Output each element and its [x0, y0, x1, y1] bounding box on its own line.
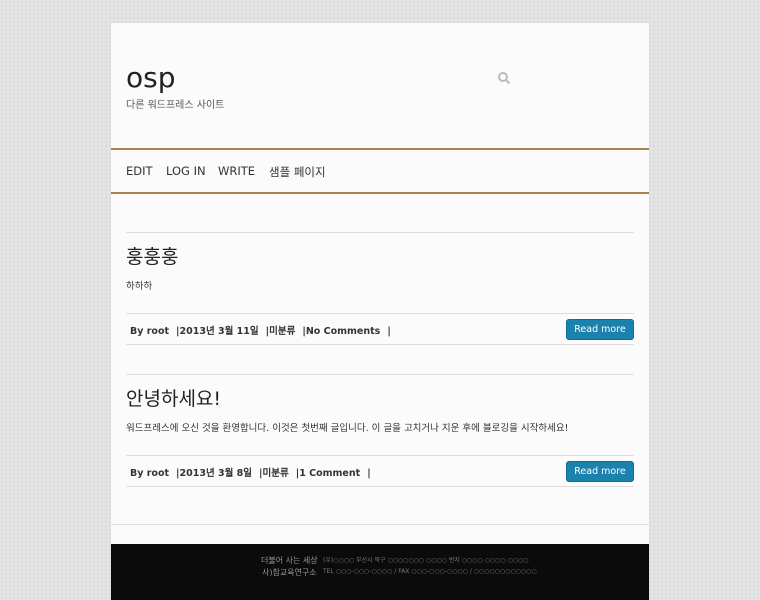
- nav-item-write[interactable]: WRITE: [218, 164, 255, 178]
- meta-separator: |: [367, 468, 371, 479]
- footer-contact-info: (우)○○○○ 부산시 북구 ○○○○○○○ ○○○○ 번지 ○○○○ ○○○○…: [323, 555, 537, 577]
- meta-category[interactable]: 미분류: [263, 468, 289, 479]
- post-excerpt: 워드프레스에 오신 것을 환영합니다. 이것은 첫번째 글입니다. 이 글을 고…: [126, 423, 569, 434]
- site-tagline: 다른 워드프레스 사이트: [126, 100, 225, 111]
- footer-contact: TEL ○○○-○○○-○○○○ / FAX ○○○-○○○-○○○○ / ○○…: [323, 568, 537, 575]
- site-header: osp 다른 워드프레스 사이트: [111, 23, 649, 148]
- post-title[interactable]: 훙훙훙: [126, 242, 178, 269]
- footer-logo-line2: 사)참교육연구소: [261, 568, 317, 577]
- nav-item-edit[interactable]: EDIT: [126, 164, 153, 178]
- read-more-button[interactable]: Read more: [566, 461, 634, 482]
- meta-comments[interactable]: 1 Comment: [299, 468, 360, 479]
- post-meta: By root |2013년 3월 11일 |미분류 |No Comments |: [130, 323, 391, 337]
- post-article: 안녕하세요! 워드프레스에 오신 것을 환영합니다. 이것은 첫번째 글입니다.…: [126, 374, 634, 487]
- post-divider: [126, 232, 634, 233]
- meta-separator: |: [387, 326, 391, 337]
- content-bottom-divider: [111, 524, 649, 525]
- meta-author[interactable]: root: [147, 468, 169, 479]
- meta-by: By: [130, 326, 144, 337]
- footer-logo: 더불어 사는 세상 사)참교육연구소: [261, 555, 318, 579]
- post-meta: By root |2013년 3월 8일 |미분류 |1 Comment |: [130, 465, 371, 479]
- site-footer: 더불어 사는 세상 사)참교육연구소 (우)○○○○ 부산시 북구 ○○○○○○…: [111, 544, 649, 600]
- main-navigation: EDIT LOG IN WRITE 샘플 페이지: [111, 148, 649, 194]
- meta-author[interactable]: root: [147, 326, 169, 337]
- nav-item-sample-page[interactable]: 샘플 페이지: [269, 164, 326, 180]
- post-meta-bar: By root |2013년 3월 8일 |미분류 |1 Comment | Read …: [126, 455, 634, 487]
- post-title[interactable]: 안녕하세요!: [126, 384, 221, 411]
- meta-date[interactable]: 2013년 3월 11일: [180, 326, 259, 337]
- meta-by: By: [130, 468, 144, 479]
- meta-comments[interactable]: No Comments: [306, 326, 380, 337]
- meta-category[interactable]: 미분류: [269, 326, 295, 337]
- post-article: 훙훙훙 하하하 By root |2013년 3월 11일 |미분류 |No Comm…: [126, 232, 634, 345]
- nav-item-login[interactable]: LOG IN: [166, 164, 206, 178]
- post-excerpt: 하하하: [126, 281, 153, 292]
- footer-logo-line1: 더불어 사는 세상: [261, 556, 318, 565]
- post-meta-bar: By root |2013년 3월 11일 |미분류 |No Comments | Re…: [126, 313, 634, 345]
- footer-address: (우)○○○○ 부산시 북구 ○○○○○○○ ○○○○ 번지 ○○○○ ○○○○…: [323, 557, 529, 564]
- post-divider: [126, 374, 634, 375]
- meta-date[interactable]: 2013년 3월 8일: [180, 468, 253, 479]
- search-icon[interactable]: [497, 71, 511, 85]
- read-more-button[interactable]: Read more: [566, 319, 634, 340]
- page-container: osp 다른 워드프레스 사이트 EDIT LOG IN WRITE 샘플 페이…: [111, 23, 649, 600]
- site-title[interactable]: osp: [126, 61, 176, 94]
